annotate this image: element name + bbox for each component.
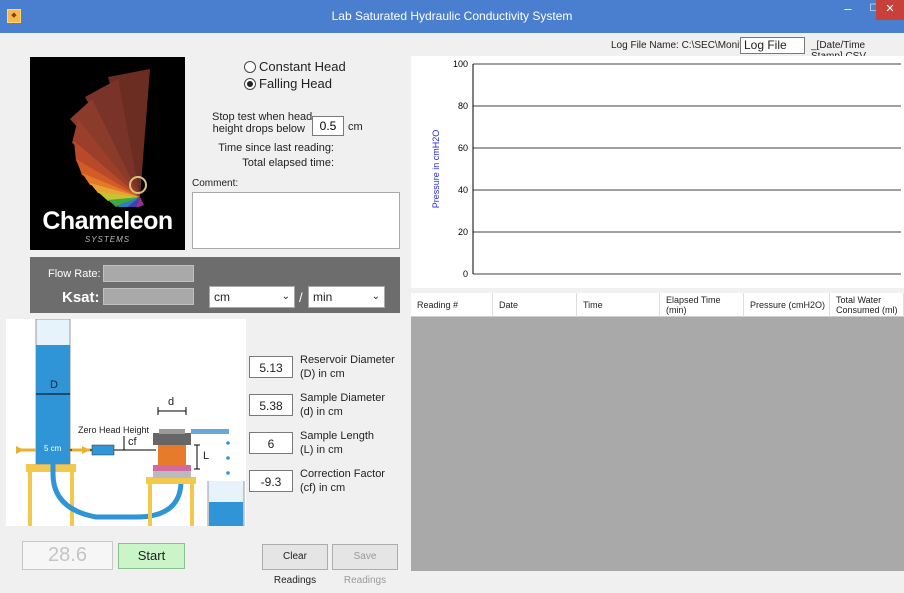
stop-height-unit: cm [348,121,363,133]
length-unit-value: cm [214,290,230,304]
correction-factor-input[interactable]: -9.3 [249,470,293,492]
correction-factor-label-line1: Correction Factor [300,468,385,480]
y-axis-label: Pressure in cmH2O [431,130,441,209]
close-button[interactable]: ✕ [876,0,904,20]
chevron-down-icon: ⌄ [371,291,380,302]
reservoir-d-label: D [50,379,58,391]
time-since-last-label: Time since last reading: [218,142,334,154]
column-header-label: Pressure (cmH2O) [750,300,826,310]
column-header-label: Elapsed Time (min) [666,295,721,315]
reservoir-diameter-input[interactable]: 5.13 [249,356,293,378]
column-header-label: Total Water Consumed (ml) [836,295,898,315]
ksat-field [103,288,194,305]
window-title: Lab Saturated Hydraulic Conductivity Sys… [331,9,573,23]
clear-readings-button[interactable]: Clear Readings [262,544,328,586]
sample-l-label: L [203,450,210,462]
sample-diameter-label-line1: Sample Diameter [300,392,385,404]
flow-rate-field [103,265,194,282]
flow-rate-label: Flow Rate: [48,268,101,280]
sample-length-label-line2: (L) in cm [300,444,343,456]
column-header[interactable]: Elapsed Time (min) [660,293,744,317]
readings-table[interactable]: Reading # Date Time Elapsed Time (min) Pressu… [411,293,904,571]
column-header-label: Reading # [417,300,459,310]
column-header[interactable]: Time [577,293,660,317]
falling-head-label[interactable]: Falling Head [259,76,332,91]
column-header[interactable]: Date [493,293,577,317]
brand-subtitle: SYSTEMS [84,235,131,244]
brand-name: Chameleon [42,207,173,235]
time-unit-select[interactable]: min ⌄ [308,286,385,308]
table-header: Reading # Date Time Elapsed Time (min) Pressu… [411,293,904,317]
comment-textarea[interactable] [192,192,400,249]
y-tick-label-80: 80 [458,101,468,111]
y-tick-label-40: 40 [458,185,468,195]
y-tick-label-20: 20 [458,227,468,237]
constant-head-label[interactable]: Constant Head [259,59,346,74]
pressure-chart-svg: 0 20 40 60 80 100 Pressure in cmH2O [431,59,901,279]
chameleon-fan-graphic [70,69,150,207]
log-file-input[interactable]: Log File [740,37,805,54]
column-header[interactable]: Reading # [411,293,493,317]
stop-test-label-line1: Stop test when head [212,111,313,123]
unit-separator: / [299,290,303,305]
y-tick-label-60: 60 [458,143,468,153]
column-header-label: Date [499,300,519,310]
chevron-down-icon: ⌄ [281,291,290,302]
five-cm-label: 5 cm [44,444,62,453]
comment-label: Comment: [192,178,239,189]
apparatus-drawing [16,318,245,527]
pressure-chart: 0 20 40 60 80 100 Pressure in cmH2O [411,56,904,288]
length-unit-select[interactable]: cm ⌄ [209,286,295,308]
reservoir-diameter-label-line1: Reservoir Diameter [300,354,395,366]
ksat-label: Ksat: [62,289,100,306]
y-tick-label-0: 0 [463,269,468,279]
correction-factor-label-line2: (cf) in cm [300,482,346,494]
stop-test-label-line2: height drops below [212,123,305,135]
chameleon-logo: Chameleon SYSTEMS [30,57,185,250]
total-elapsed-label: Total elapsed time: [242,157,334,169]
stop-height-input[interactable]: 0.5 [312,116,344,136]
falling-head-radio[interactable] [244,78,256,90]
constant-head-radio[interactable] [244,61,256,73]
sample-length-label-line1: Sample Length [300,430,374,442]
start-button[interactable]: Start [118,543,185,569]
save-readings-button[interactable]: Save Readings [332,544,398,586]
apparatus-diagram: D 5 cm Zero Head Height cf d L [6,318,246,527]
sample-length-input[interactable]: 6 [249,432,293,454]
sample-diameter-input[interactable]: 5.38 [249,394,293,416]
minimize-button[interactable]: – [835,0,861,20]
time-unit-value: min [313,290,333,304]
sample-d-label: d [168,396,175,408]
title-bar: ◆ Lab Saturated Hydraulic Conductivity S… [0,0,904,33]
column-header[interactable]: Pressure (cmH2O) [744,293,830,317]
zero-head-label: Zero Head Height [78,425,150,435]
column-header[interactable]: Total Water Consumed (ml) [830,293,904,317]
sample-diameter-label-line2: (d) in cm [300,406,343,418]
column-header-label: Time [583,300,603,310]
reservoir-diameter-label-line2: (D) in cm [300,368,345,380]
reading-counter: 28.6 [22,541,113,570]
y-tick-label-100: 100 [453,59,468,69]
cf-label: cf [128,436,137,448]
log-file-label: Log File Name: C:\SEC\Monitor\ [611,40,754,51]
